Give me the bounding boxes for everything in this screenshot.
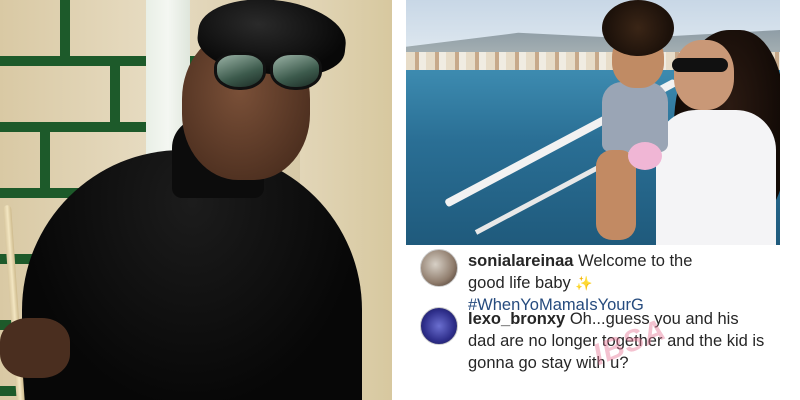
woman-white-top xyxy=(656,110,776,245)
image-divider xyxy=(392,0,406,400)
child-curly-hair xyxy=(602,0,674,56)
brick-mortar xyxy=(40,132,50,188)
brick-mortar xyxy=(110,66,120,122)
comments-section: sonialareinaa Welcome to the good life b… xyxy=(406,245,780,400)
man-in-beret-photo xyxy=(0,0,392,400)
avatar[interactable] xyxy=(420,307,458,345)
comment-username[interactable]: sonialareinaa xyxy=(468,252,573,270)
sparkle-icon: ✨ xyxy=(575,275,593,291)
post-photo[interactable] xyxy=(406,0,780,245)
avatar[interactable] xyxy=(420,249,458,287)
comment-body: Welcome to the xyxy=(578,252,693,270)
comment-username[interactable]: lexo_bronxy xyxy=(468,310,565,328)
pink-item xyxy=(628,142,662,170)
woman-face xyxy=(674,40,734,110)
comment-body-line2: good life baby xyxy=(468,274,571,292)
sunglasses-icon xyxy=(214,52,322,90)
comment-text: sonialareinaa Welcome to the good life b… xyxy=(468,250,768,316)
woman-sunglasses-icon xyxy=(672,58,728,72)
child-shirt xyxy=(602,82,668,152)
hand xyxy=(0,318,70,378)
brick-mortar xyxy=(60,0,70,56)
